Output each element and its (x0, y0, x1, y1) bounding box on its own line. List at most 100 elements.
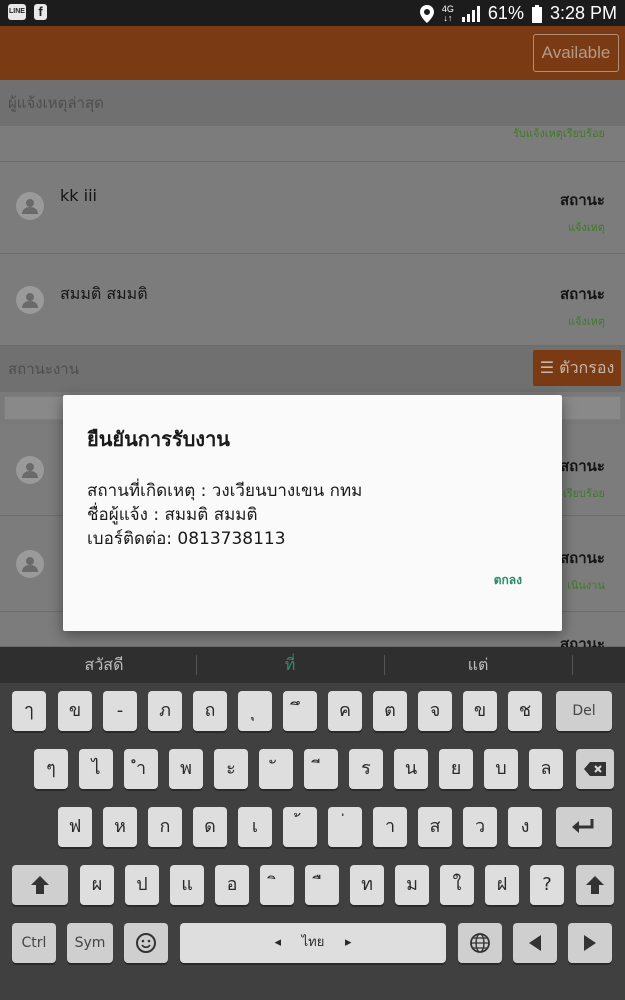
space-key[interactable]: ◂ ไทย ▸ (180, 923, 446, 963)
key[interactable]: ไ (79, 749, 113, 789)
key[interactable]: ถ (193, 691, 227, 731)
battery-percent: 61% (487, 3, 524, 23)
arrow-left-icon (529, 935, 541, 951)
key[interactable]: ะ (214, 749, 248, 789)
key[interactable]: ั (259, 749, 293, 789)
app-bar: Available (0, 26, 625, 80)
language-label: ไทย (301, 935, 325, 950)
enter-icon (572, 819, 594, 833)
key[interactable]: ำ (124, 749, 158, 789)
row-status: สถานะ (560, 549, 605, 567)
clock: 3:28 PM (549, 3, 617, 23)
avatar (16, 192, 44, 220)
avatar (16, 286, 44, 314)
key[interactable]: บ (484, 749, 518, 789)
backspace-icon (584, 762, 606, 776)
key[interactable]: แ (170, 865, 204, 905)
sym-key[interactable]: Sym (67, 923, 113, 963)
key[interactable]: ว (463, 807, 497, 847)
line-app-icon: LINE (8, 4, 26, 20)
key[interactable]: ๅ (12, 691, 46, 731)
key[interactable]: ก (148, 807, 182, 847)
key[interactable]: น (394, 749, 428, 789)
shift-key-right[interactable] (576, 865, 614, 905)
key[interactable]: ่ (328, 807, 362, 847)
key[interactable]: ค (328, 691, 362, 731)
dialog-phone: เบอร์ติดต่อ: 0813738113 (87, 529, 286, 549)
ctrl-key[interactable]: Ctrl (12, 923, 56, 963)
enter-key[interactable] (556, 807, 612, 847)
network-type: 4G ↓↑ (441, 3, 454, 23)
row-name: kk iii (60, 186, 97, 205)
shift-key[interactable] (12, 865, 68, 905)
key[interactable]: ข (58, 691, 92, 731)
suggestion-item[interactable]: สวัสดี (0, 647, 208, 683)
row-status: สถานะ (560, 191, 605, 209)
row-substatus: แจ้งเหตุ (567, 315, 605, 328)
key[interactable]: ช (508, 691, 542, 731)
key[interactable]: ิ (260, 865, 294, 905)
key[interactable]: ุ (238, 691, 272, 731)
arrow-right-key[interactable] (568, 923, 612, 963)
suggestion-item[interactable]: แต่ (384, 647, 572, 683)
key[interactable]: ี (304, 749, 338, 789)
on-screen-keyboard: ๅ ข - ภ ถ ุ ึ ค ต จ ข ช Del ๆ ไ ำ พ ะ ั … (0, 683, 625, 1000)
key[interactable]: ง (508, 807, 542, 847)
key[interactable]: ด (193, 807, 227, 847)
key[interactable]: ึ (283, 691, 317, 731)
arrow-left-key[interactable] (513, 923, 557, 963)
chevron-left-icon: ◂ (274, 935, 302, 950)
ok-button[interactable]: ตกลง (494, 571, 522, 590)
key[interactable]: ? (530, 865, 564, 905)
row-substatus: รับแจ้งเหตุเรียบร้อย (512, 127, 605, 140)
emoji-key[interactable] (124, 923, 168, 963)
key[interactable]: ร (349, 749, 383, 789)
dialog-title: ยืนยันการรับงาน (87, 427, 230, 451)
key[interactable]: ้ (283, 807, 317, 847)
list-item[interactable]: kk iii สถานะ แจ้งเหตุ (0, 162, 625, 254)
key[interactable]: ๆ (34, 749, 68, 789)
key[interactable]: - (103, 691, 137, 731)
backspace-key[interactable] (576, 749, 614, 789)
key[interactable]: เ (238, 807, 272, 847)
key[interactable]: ล (529, 749, 563, 789)
key[interactable]: ภ (148, 691, 182, 731)
key[interactable]: ห (103, 807, 137, 847)
key[interactable]: ใ (440, 865, 474, 905)
list-item[interactable]: รับแจ้งเหตุเรียบร้อย (0, 126, 625, 162)
key[interactable]: อ (215, 865, 249, 905)
chevron-right-icon: ▸ (324, 935, 352, 950)
avatar (16, 550, 44, 578)
filter-button[interactable]: ☰ ตัวกรอง (533, 350, 621, 386)
facebook-icon: f (34, 4, 47, 20)
key[interactable]: า (373, 807, 407, 847)
key[interactable]: พ (169, 749, 203, 789)
row-substatus: เนินงาน (567, 579, 605, 592)
suggestion-item[interactable]: ที่ (196, 647, 384, 683)
key[interactable]: ส (418, 807, 452, 847)
key[interactable]: ข (463, 691, 497, 731)
key[interactable]: จ (418, 691, 452, 731)
key[interactable]: ท (350, 865, 384, 905)
globe-icon (470, 933, 490, 953)
key[interactable]: ฟ (58, 807, 92, 847)
row-substatus: แจ้งเหตุ (567, 221, 605, 234)
key[interactable]: ฝ (485, 865, 519, 905)
key[interactable]: ต (373, 691, 407, 731)
row-status: สถานะ (560, 285, 605, 303)
key[interactable]: ป (125, 865, 159, 905)
available-button[interactable]: Available (533, 34, 619, 72)
list-item[interactable]: สมมติ สมมติ สถานะ แจ้งเหตุ (0, 254, 625, 346)
work-status-header: สถานะงาน (0, 346, 625, 392)
language-key[interactable] (458, 923, 502, 963)
key[interactable]: ม (395, 865, 429, 905)
key[interactable]: ื (305, 865, 339, 905)
filter-icon: ☰ (539, 358, 560, 377)
suggestion-bar: สวัสดี ที่ แต่ (0, 647, 625, 683)
battery-icon (531, 4, 542, 23)
arrow-right-icon (584, 935, 596, 951)
dialog-location: สถานที่เกิดเหตุ : วงเวียนบางเขน กทม (87, 481, 363, 501)
key[interactable]: ผ (80, 865, 114, 905)
key[interactable]: ย (439, 749, 473, 789)
delete-key[interactable]: Del (556, 691, 612, 731)
